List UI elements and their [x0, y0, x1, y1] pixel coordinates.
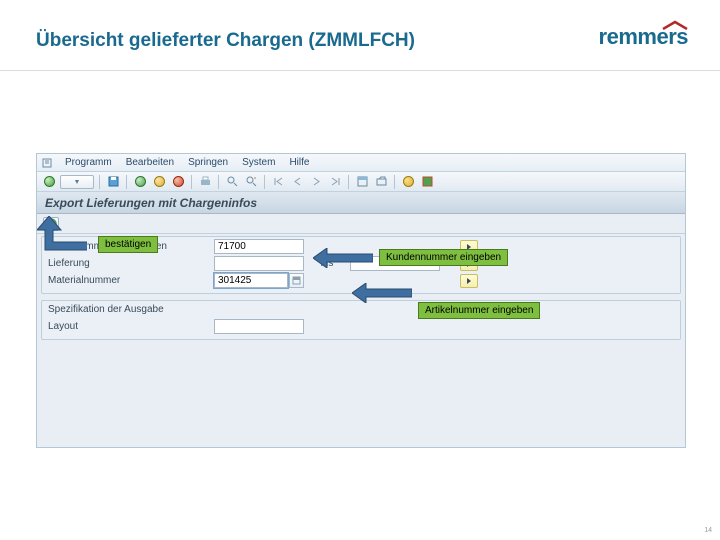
application-toolbar — [37, 214, 685, 234]
brand-logo: remmers — [599, 24, 688, 50]
input-lieferung-low[interactable] — [214, 256, 304, 271]
input-layout[interactable] — [214, 319, 304, 334]
separator-icon — [394, 175, 395, 189]
save-icon[interactable] — [105, 175, 121, 189]
label-lieferung: Lieferung — [48, 258, 208, 269]
group-head-output: Spezifikation der Ausgabe — [42, 301, 680, 317]
divider — [0, 70, 720, 71]
command-field[interactable] — [60, 175, 94, 189]
annotation-arrow-article — [352, 283, 412, 303]
annotation-arrow-customer — [313, 248, 373, 268]
shortcut-icon[interactable] — [373, 175, 389, 189]
separator-icon — [191, 175, 192, 189]
selection-group-output: Spezifikation der Ausgabe Layout — [41, 300, 681, 340]
separator-icon — [126, 175, 127, 189]
separator-icon — [218, 175, 219, 189]
system-toolbar — [37, 172, 685, 192]
back-icon[interactable] — [132, 175, 148, 189]
exit-icon[interactable] — [151, 175, 167, 189]
first-page-icon[interactable] — [270, 175, 286, 189]
menu-hilfe[interactable]: Hilfe — [287, 156, 311, 169]
menu-bearbeiten[interactable]: Bearbeiten — [124, 156, 176, 169]
separator-icon — [264, 175, 265, 189]
menu-system[interactable]: System — [240, 156, 277, 169]
find-icon[interactable] — [224, 175, 240, 189]
command-field-icon[interactable] — [41, 157, 53, 169]
annotation-customer: Kundennummer eingeben — [379, 249, 508, 266]
transaction-title: Export Lieferungen mit Chargeninfos — [37, 192, 685, 214]
enter-icon[interactable] — [41, 175, 57, 189]
value-help-button[interactable] — [289, 273, 304, 288]
find-next-icon[interactable] — [243, 175, 259, 189]
page-number: 14 — [704, 527, 712, 534]
menu-bar: Programm Bearbeiten Springen System Hilf… — [37, 154, 685, 172]
label-layout: Layout — [48, 321, 208, 332]
last-page-icon[interactable] — [327, 175, 343, 189]
menu-programm[interactable]: Programm — [63, 156, 114, 169]
print-icon[interactable] — [197, 175, 213, 189]
annotation-confirm: bestätigen — [98, 236, 158, 253]
input-kundennummer[interactable] — [214, 239, 304, 254]
annotation-article: Artikelnummer eingeben — [418, 302, 540, 319]
next-page-icon[interactable] — [308, 175, 324, 189]
help-icon[interactable] — [400, 175, 416, 189]
page-title: Übersicht gelieferter Chargen (ZMMLFCH) — [36, 30, 415, 52]
separator-icon — [99, 175, 100, 189]
multiple-selection-button[interactable] — [460, 274, 478, 288]
input-materialnummer[interactable] — [214, 273, 288, 288]
new-session-icon[interactable] — [354, 175, 370, 189]
separator-icon — [348, 175, 349, 189]
layout-menu-icon[interactable] — [419, 175, 435, 189]
cancel-icon[interactable] — [170, 175, 186, 189]
label-materialnummer: Materialnummer — [48, 275, 208, 286]
prev-page-icon[interactable] — [289, 175, 305, 189]
annotation-arrow-confirm — [37, 216, 87, 256]
menu-springen[interactable]: Springen — [186, 156, 230, 169]
